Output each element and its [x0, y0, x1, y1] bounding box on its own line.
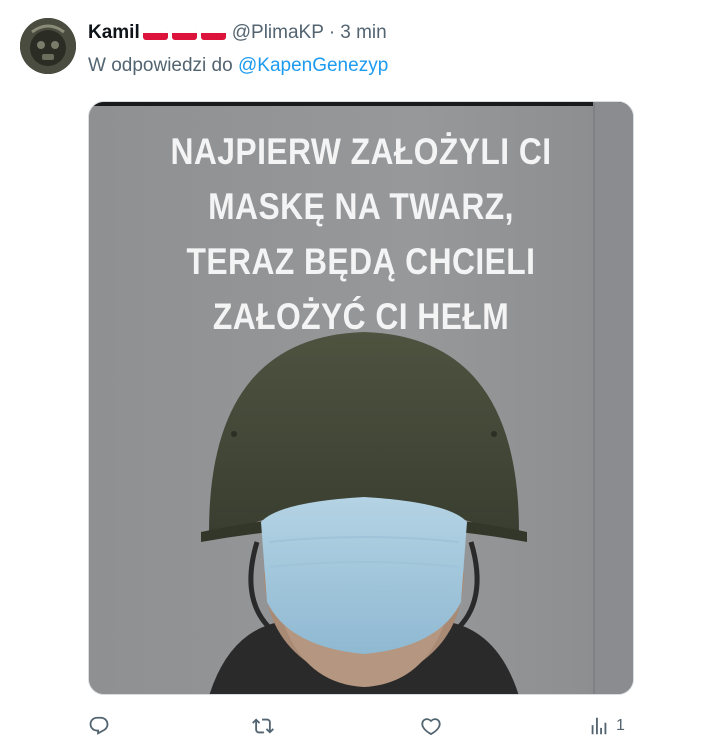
flag-emojis	[142, 26, 226, 40]
views-icon	[591, 717, 607, 735]
tweet-actions: 1	[88, 711, 636, 741]
reply-prefix: W odpowiedzi do	[88, 55, 233, 76]
heart-icon	[421, 718, 441, 736]
reply-context: W odpowiedzi do @KapenGenezyp	[88, 55, 388, 77]
tweet-header: Kamil @PlimaKP · 3 min	[88, 20, 387, 46]
timestamp[interactable]: 3 min	[340, 22, 386, 44]
retweet-icon	[252, 718, 274, 734]
meme-caption-line: ZAŁOŻYĆ CI HEŁM	[212, 296, 510, 337]
meme-caption-line: TERAZ BĘDĄ CHCIELI	[186, 241, 536, 282]
reply-mention-link[interactable]: @KapenGenezyp	[238, 55, 388, 76]
views-button[interactable]: 1	[588, 711, 625, 741]
like-button[interactable]	[420, 711, 442, 741]
separator-dot: ·	[328, 22, 336, 43]
retweet-button[interactable]	[252, 711, 274, 741]
tweet-media[interactable]: NAJPIERW ZAŁOŻYLI CI MASKĘ NA TWARZ, TER…	[88, 101, 634, 695]
poland-flag-icon	[171, 26, 197, 40]
poland-flag-icon	[142, 26, 168, 40]
meme-caption-line: NAJPIERW ZAŁOŻYLI CI	[170, 131, 552, 172]
avatar[interactable]	[20, 18, 76, 74]
meme-caption: NAJPIERW ZAŁOŻYLI CI MASKĘ NA TWARZ, TER…	[127, 124, 595, 344]
reply-button[interactable]	[88, 711, 110, 741]
views-count: 1	[616, 717, 625, 734]
author-name[interactable]: Kamil	[88, 22, 140, 44]
avatar-image	[20, 18, 76, 74]
reply-icon	[89, 716, 109, 735]
meme-caption-line: MASKĘ NA TWARZ,	[208, 186, 514, 227]
poland-flag-icon	[200, 26, 226, 40]
author-handle[interactable]: @PlimaKP	[232, 22, 324, 44]
